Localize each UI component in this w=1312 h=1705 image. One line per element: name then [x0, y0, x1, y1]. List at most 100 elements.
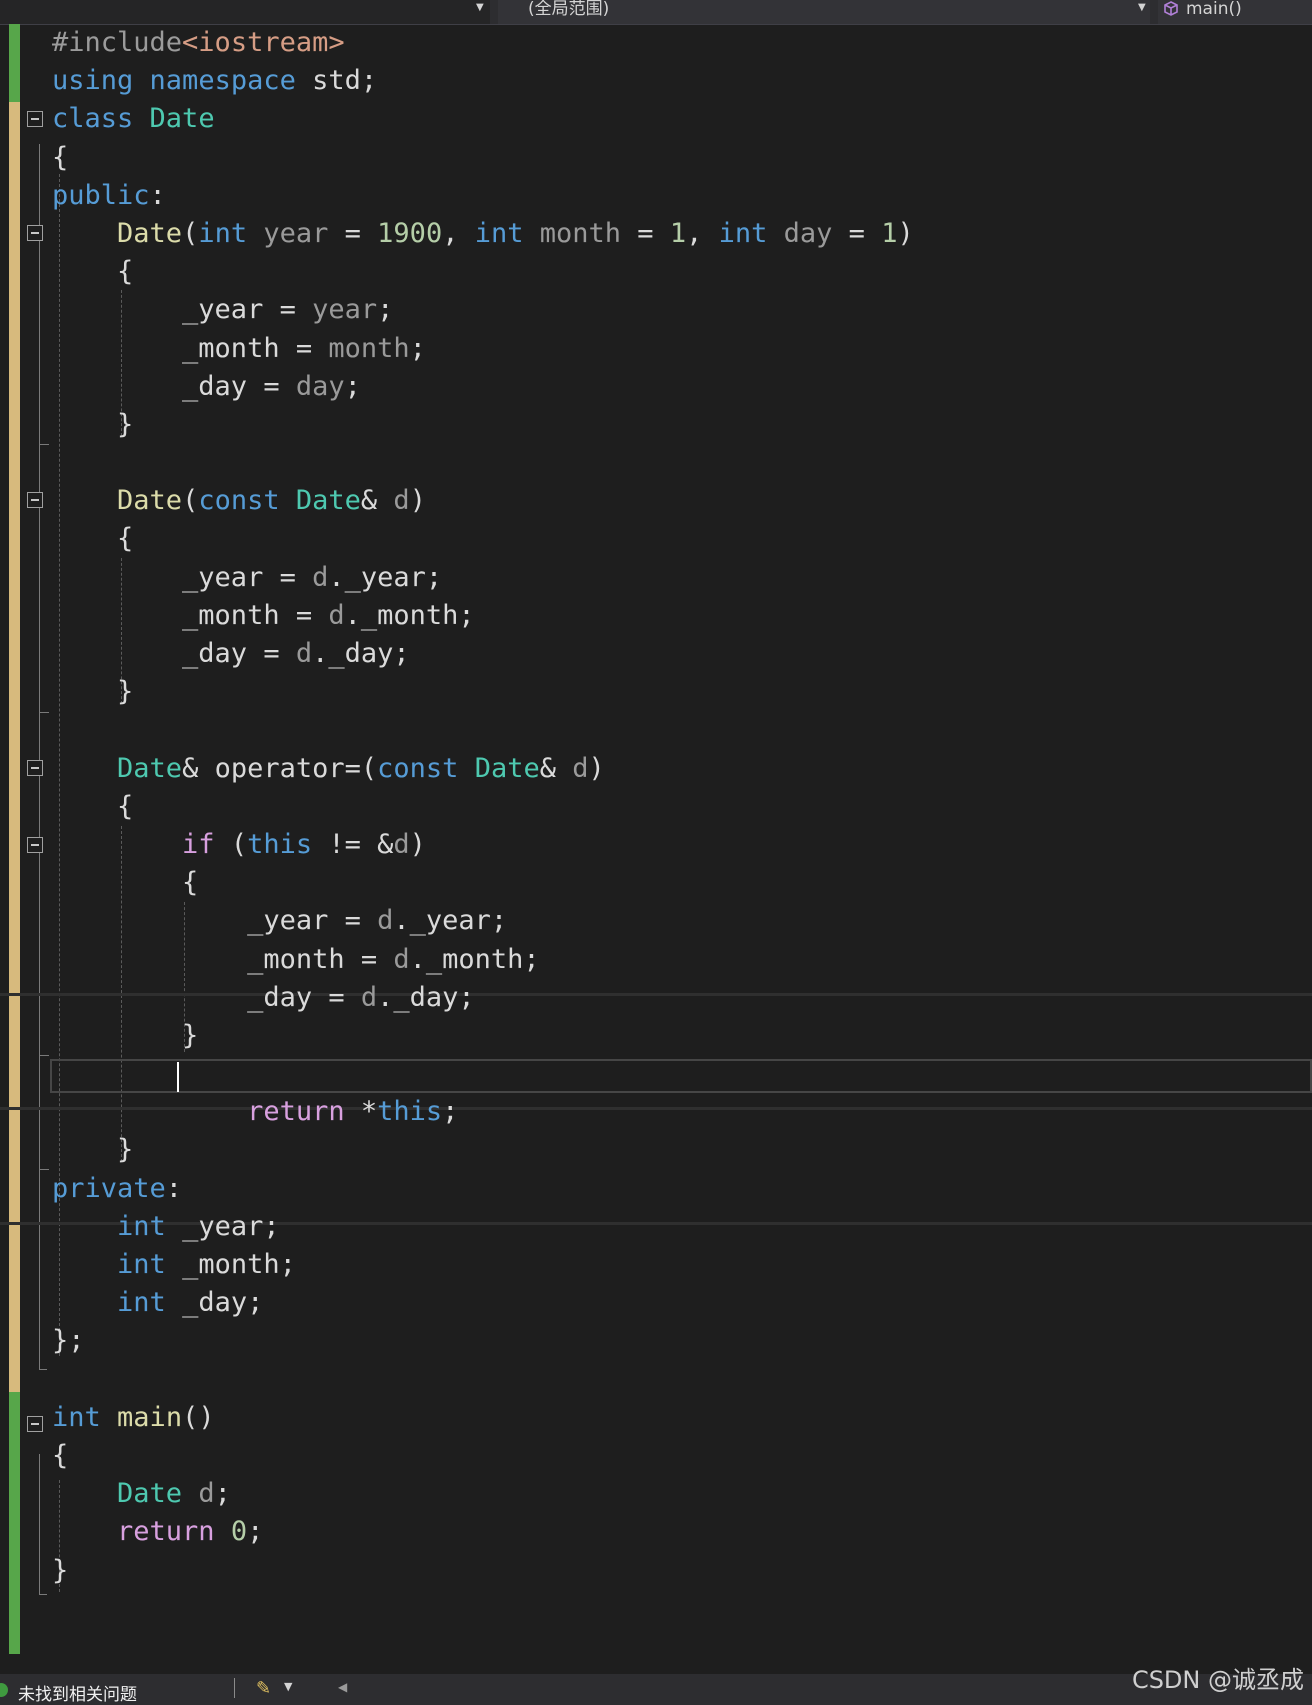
code-token: ;	[377, 294, 394, 326]
code-line[interactable]: };	[52, 1322, 914, 1360]
code-line[interactable]	[52, 1361, 914, 1399]
code-token: _year =	[52, 561, 313, 593]
code-line[interactable]: Date(const Date& d)	[52, 482, 914, 520]
code-token: _year =	[52, 905, 378, 937]
code-line[interactable]: int _year;	[52, 1208, 914, 1246]
code-line[interactable]	[52, 711, 914, 749]
code-line[interactable]: }	[52, 1131, 914, 1169]
code-token: 1900	[377, 217, 443, 249]
outline-line	[39, 144, 40, 1369]
code-token: _year;	[165, 1210, 280, 1242]
source-code[interactable]: #include<iostream> using namespace std; cl…	[52, 24, 914, 1590]
code-line[interactable]: return *this;	[52, 1093, 914, 1131]
code-token: 1	[669, 217, 687, 249]
collapse-if-block-button[interactable]	[27, 837, 43, 853]
code-token: day	[295, 370, 345, 402]
collapse-class-date-button[interactable]	[27, 111, 43, 127]
code-line[interactable]	[52, 444, 914, 482]
code-line[interactable]: {	[52, 864, 914, 902]
code-token: 1	[881, 217, 898, 249]
code-line[interactable]: }	[52, 1017, 914, 1055]
code-token: }	[52, 1019, 199, 1051]
code-line[interactable]: using namespace std;	[52, 62, 914, 100]
code-line[interactable]: {	[52, 139, 914, 177]
code-line[interactable]: int _day;	[52, 1284, 914, 1322]
scope-dropdown[interactable]: (全局范围) ▼	[498, 0, 1150, 24]
code-line[interactable]: if (this != &d)	[52, 826, 914, 864]
code-token: ;	[409, 332, 426, 364]
code-line[interactable]: _year = d._year;	[52, 559, 914, 597]
code-token: {	[52, 523, 134, 555]
code-line[interactable]: int main()	[52, 1399, 914, 1437]
scroll-left-arrow-icon[interactable]: ◀	[338, 1680, 347, 1694]
code-line[interactable]: {	[52, 520, 914, 558]
code-line[interactable]: _year = d._year;	[52, 902, 914, 940]
change-marker-unsaved	[9, 102, 20, 1392]
code-token: {	[52, 1439, 69, 1471]
code-line[interactable]: }	[52, 673, 914, 711]
code-token: int	[474, 217, 524, 249]
change-marker-saved	[9, 24, 20, 102]
code-token: :	[165, 1172, 183, 1204]
code-line[interactable]: _month = d._month;	[52, 941, 914, 979]
code-token: year	[247, 217, 329, 249]
code-line[interactable]: {	[52, 788, 914, 826]
code-line[interactable]: private:	[52, 1170, 914, 1208]
collapse-constructor-button[interactable]	[27, 225, 43, 241]
code-token: )	[409, 485, 426, 517]
code-line[interactable]: {	[52, 1437, 914, 1475]
code-line[interactable]: Date(int year = 1900, int month = 1, int…	[52, 215, 914, 253]
code-token: _month =	[52, 599, 329, 631]
code-token: return	[117, 1516, 215, 1548]
code-line[interactable]: public:	[52, 177, 914, 215]
code-cleanup-brush-icon[interactable]: ✎	[256, 1678, 271, 1699]
code-line[interactable]: return 0;	[52, 1513, 914, 1551]
code-token: d	[295, 638, 313, 669]
code-line[interactable]: _day = day;	[52, 368, 914, 406]
code-line[interactable]: #include<iostream>	[52, 24, 914, 62]
member-dropdown[interactable]: main()	[1158, 0, 1312, 24]
code-token: {	[52, 141, 69, 173]
code-line[interactable]: Date d;	[52, 1475, 914, 1513]
code-token: int	[117, 1249, 166, 1280]
code-line[interactable]: _month = d._month;	[52, 597, 914, 635]
code-line[interactable]: {	[52, 253, 914, 291]
code-editor[interactable]: #include<iostream> using namespace std; cl…	[0, 24, 1312, 1674]
code-token: =	[621, 217, 670, 249]
code-token: this	[377, 1096, 443, 1128]
code-token: ;	[344, 370, 361, 402]
collapse-operator-assign-button[interactable]	[27, 760, 43, 776]
code-line[interactable]: _month = month;	[52, 330, 914, 368]
code-token: _month =	[52, 332, 329, 364]
code-token: private	[52, 1172, 166, 1204]
code-line[interactable]: _day = d._day;	[52, 635, 914, 673]
code-token: const	[377, 752, 459, 784]
code-token: namespace	[149, 65, 296, 97]
outline-line	[39, 712, 49, 713]
code-token: }	[52, 408, 134, 440]
code-token: d	[360, 981, 378, 1013]
outline-line	[39, 1169, 49, 1170]
issues-status-text[interactable]: 未找到相关问题	[18, 1680, 137, 1705]
code-line[interactable]: }	[52, 406, 914, 444]
code-line[interactable]: }	[52, 1552, 914, 1590]
code-token: {	[52, 790, 134, 822]
member-label: main()	[1186, 0, 1242, 19]
code-token: public	[52, 179, 150, 211]
code-token: using	[52, 65, 134, 97]
change-marker-saved	[9, 1392, 20, 1654]
code-line[interactable]: _year = year;	[52, 291, 914, 329]
project-dropdown[interactable]: ▼	[0, 0, 490, 24]
collapse-copy-constructor-button[interactable]	[27, 492, 43, 508]
code-line[interactable]	[52, 1055, 914, 1093]
chevron-down-icon[interactable]: ▼	[284, 1680, 292, 1693]
code-line[interactable]: Date& operator=(const Date& d)	[52, 750, 914, 788]
code-line[interactable]: _day = d._day;	[52, 979, 914, 1017]
code-token: Date	[474, 752, 540, 784]
collapse-main-button[interactable]	[27, 1416, 43, 1432]
code-line[interactable]: int _month;	[52, 1246, 914, 1284]
code-line[interactable]: class Date	[52, 100, 914, 138]
